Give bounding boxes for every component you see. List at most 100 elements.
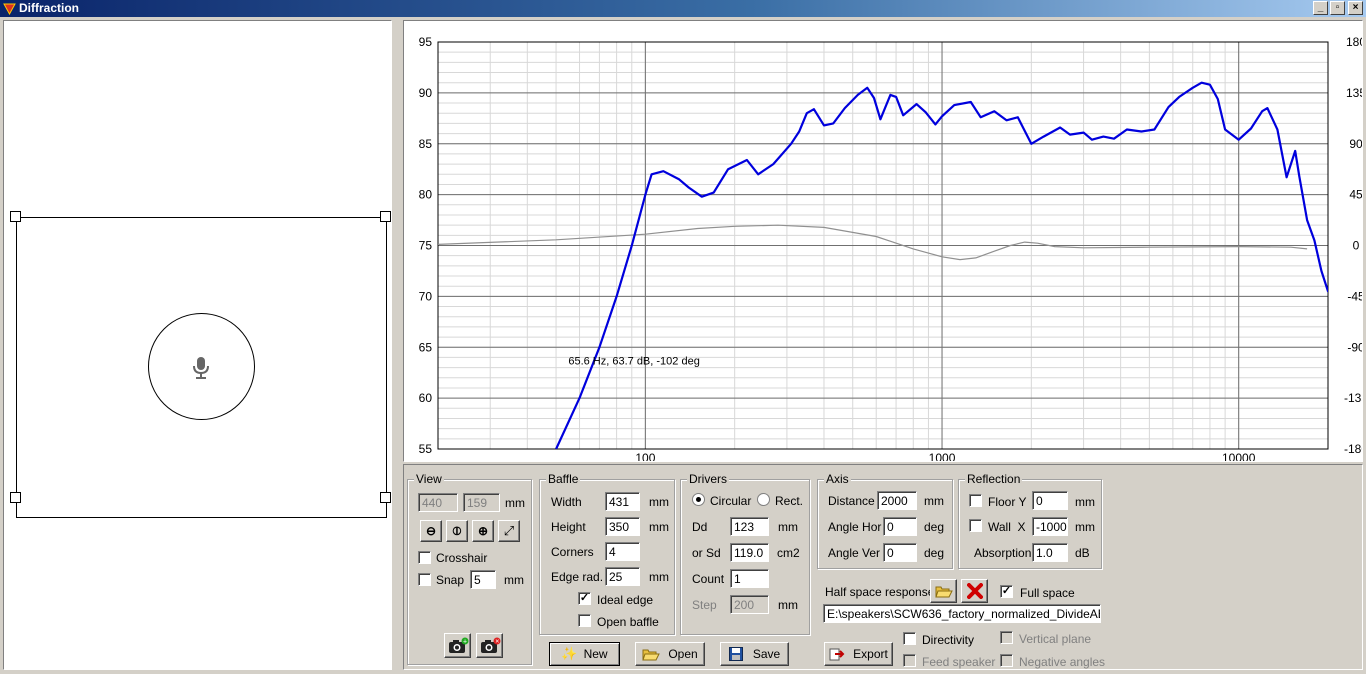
zoom-in-button[interactable]: ⊕ (472, 520, 494, 542)
clear-half-space-button[interactable] (961, 579, 988, 603)
restore-button[interactable]: ▫ (1330, 1, 1345, 15)
circular-radio[interactable] (692, 493, 705, 506)
edge-radius-unit: mm (649, 570, 669, 584)
snap-label: Snap (436, 573, 465, 587)
ideal-edge-label: Ideal edge (597, 593, 654, 607)
resize-handle-top-right[interactable] (380, 211, 391, 222)
y-tick-label: 70 (419, 289, 433, 303)
wall-label: Wall X (988, 520, 1026, 534)
negative-angles-checkbox (1000, 654, 1013, 667)
title-bar: Diffraction _ ▫ × (0, 0, 1366, 17)
view-x-field: 440 (418, 493, 458, 512)
zoom-out-button[interactable]: ⊖ (420, 520, 442, 542)
distance-input[interactable]: 2000 (877, 491, 917, 510)
half-space-file-field[interactable]: E:\speakers\SCW636_factory_normalized_Di… (823, 604, 1101, 623)
zoom-in-icon: ⊕ (477, 524, 489, 538)
export-button[interactable]: Export (824, 642, 893, 666)
absorption-input[interactable]: 1.0 (1032, 543, 1068, 562)
zoom-reset-button[interactable]: ⦶ (446, 520, 468, 542)
ideal-edge-checkbox[interactable]: ✓ (578, 592, 591, 605)
zoom-fit-icon: ⤢ (503, 523, 515, 538)
snap-input[interactable]: 5 (470, 570, 496, 589)
dd-input[interactable]: 123 (730, 517, 769, 536)
open-baffle-checkbox[interactable] (578, 614, 591, 627)
x-tick-label: 100 (635, 451, 655, 461)
full-space-label: Full space (1020, 586, 1075, 600)
dd-unit: mm (778, 520, 798, 534)
y-tick-label: 80 (419, 188, 433, 202)
save-button-label: Save (752, 647, 781, 661)
angle-ver-input[interactable]: 0 (883, 543, 917, 562)
new-button-label: New (583, 647, 608, 661)
edge-radius-label: Edge rad. (551, 570, 604, 584)
distance-label: Distance (828, 494, 875, 508)
drivers-group: Drivers Circular Rect. Dd 123 mm or Sd 1… (680, 472, 810, 635)
angle-ver-unit: deg (924, 546, 945, 560)
sd-input[interactable]: 119.0 (730, 543, 769, 562)
snap-checkbox[interactable] (418, 573, 431, 586)
app-icon (3, 3, 16, 15)
reflection-group-title: Reflection (965, 472, 1023, 486)
save-button[interactable]: Save (720, 642, 789, 666)
camera-add-icon: + (448, 637, 468, 653)
sd-unit: cm2 (777, 546, 800, 560)
baffle-view[interactable] (3, 20, 392, 670)
directivity-checkbox[interactable] (903, 632, 916, 645)
crosshair-checkbox[interactable] (418, 551, 431, 564)
cursor-readout: 65.6 Hz, 63.7 dB, -102 deg (568, 355, 699, 367)
step-label: Step (692, 598, 717, 612)
y-tick-label: 95 (419, 35, 433, 49)
floor-unit: mm (1075, 495, 1095, 509)
wall-checkbox[interactable] (969, 519, 982, 532)
add-snapshot-button[interactable]: + (444, 633, 471, 658)
resize-handle-bottom-left[interactable] (10, 492, 21, 503)
baffle-group: Baffle Width 431 mm Height 350 mm Corner… (539, 472, 675, 635)
distance-unit: mm (924, 494, 944, 508)
edge-radius-input[interactable]: 25 (605, 567, 640, 586)
axis-group: Axis Distance 2000 mm Angle Hor 0 deg An… (817, 472, 953, 569)
baffle-width-input[interactable]: 431 (605, 492, 640, 511)
y2-tick-label: 180 (1346, 35, 1362, 49)
count-input[interactable]: 1 (730, 569, 769, 588)
baffle-corners-input[interactable]: 4 (605, 542, 640, 561)
floor-input[interactable]: 0 (1032, 491, 1068, 510)
y-tick-label: 85 (419, 137, 433, 151)
baffle-corners-label: Corners (551, 545, 594, 559)
open-half-space-button[interactable] (930, 579, 957, 603)
new-button[interactable]: ✨ New (549, 642, 620, 666)
remove-snapshot-button[interactable]: × (476, 633, 503, 658)
view-group: View 440 159 mm ⊖ ⦶ ⊕ ⤢ Crosshair Snap 5… (407, 472, 532, 665)
full-space-checkbox[interactable]: ✓ (1000, 585, 1013, 598)
folder-open-icon (934, 586, 953, 597)
sd-label: or Sd (692, 546, 721, 560)
open-baffle-label: Open baffle (597, 615, 659, 629)
crosshair-label: Crosshair (436, 551, 488, 565)
minimize-button[interactable]: _ (1313, 1, 1328, 15)
circular-label: Circular (710, 494, 752, 508)
resize-handle-bottom-right[interactable] (380, 492, 391, 503)
feed-speaker-checkbox (903, 654, 916, 667)
snap-unit: mm (504, 573, 524, 587)
axis-group-title: Axis (824, 472, 851, 486)
chart-svg[interactable]: 95 90 85 80 75 70 65 60 55 180 135 90 45 0 -45 -90 -135 -… (404, 21, 1366, 465)
resize-handle-top-left[interactable] (10, 211, 21, 222)
vertical-plane-label: Vertical plane (1019, 632, 1092, 646)
rect-radio[interactable] (757, 493, 770, 506)
angle-hor-unit: deg (924, 520, 945, 534)
view-unit: mm (505, 496, 525, 510)
y2-tick-label: -180 (1344, 442, 1362, 456)
open-button[interactable]: Open (635, 642, 705, 666)
microphone-icon[interactable] (191, 356, 211, 380)
y-tick-label: 65 (419, 340, 433, 354)
zoom-fit-button[interactable]: ⤢ (498, 520, 520, 542)
count-label: Count (692, 572, 725, 586)
driver-circle[interactable] (148, 313, 255, 420)
baffle-height-input[interactable]: 350 (605, 517, 640, 536)
wall-unit: mm (1075, 520, 1095, 534)
angle-hor-input[interactable]: 0 (883, 517, 917, 536)
rect-label: Rect. (775, 494, 804, 508)
floor-checkbox[interactable] (969, 494, 982, 507)
wall-input[interactable]: -1000 (1032, 517, 1068, 536)
close-button[interactable]: × (1348, 1, 1363, 15)
frequency-response-chart[interactable]: 95 90 85 80 75 70 65 60 55 180 135 90 45 0 -45 -90 -135 -… (403, 20, 1366, 465)
